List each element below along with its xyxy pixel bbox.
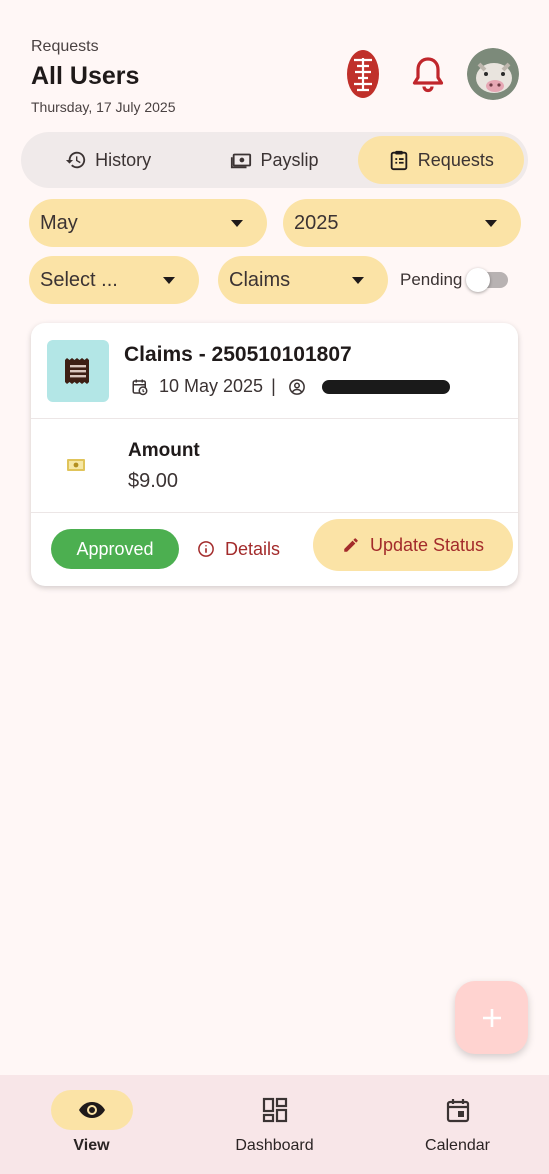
bottom-nav: View Dashboard Calendar <box>0 1075 549 1174</box>
info-icon <box>198 541 214 557</box>
user-dropdown[interactable]: Select ... <box>29 256 199 304</box>
caret-down-icon <box>485 219 497 227</box>
calendar-clock-icon <box>132 379 148 395</box>
month-dropdown[interactable]: May <box>29 199 267 247</box>
month-value: May <box>40 211 78 234</box>
year-value: 2025 <box>294 211 339 234</box>
tab-label: Requests <box>417 149 494 170</box>
amount-label: Amount <box>128 440 200 461</box>
nav-indicator <box>50 1090 133 1130</box>
request-card: Claims - 250510101807 10 May 2025 | Amou… <box>31 323 518 586</box>
caret-down-icon <box>163 276 175 284</box>
details-label: Details <box>225 538 281 559</box>
money-icon <box>67 459 85 471</box>
user-circle-icon <box>288 378 305 395</box>
pencil-icon <box>344 538 358 552</box>
nav-indicator <box>234 1090 316 1130</box>
tab-history[interactable]: History <box>25 136 191 184</box>
request-card-header: Claims - 250510101807 10 May 2025 | <box>31 323 518 419</box>
request-type-dropdown[interactable]: Claims <box>218 256 388 304</box>
payslip-icon <box>231 153 252 169</box>
requests-clipboard-icon <box>390 150 408 171</box>
nav-calendar[interactable]: Calendar <box>366 1075 549 1174</box>
tab-payslip[interactable]: Payslip <box>191 136 357 184</box>
tab-label: Payslip <box>260 149 319 170</box>
toggle-knob <box>466 268 491 292</box>
bell-icon[interactable] <box>411 55 445 93</box>
amount-section: Amount $9.00 <box>31 419 518 513</box>
meta-separator: | <box>271 376 276 396</box>
request-title: Claims - 250510101807 <box>124 343 352 366</box>
nav-label: Dashboard <box>235 1137 314 1154</box>
pending-toggle[interactable] <box>466 268 510 292</box>
receipt-icon <box>47 340 109 402</box>
card-actions: Approved Details Update Status <box>31 513 518 585</box>
nav-label: View <box>73 1137 110 1154</box>
user-value: Select ... <box>40 268 118 291</box>
seal-logo-icon <box>347 50 379 98</box>
add-request-button[interactable] <box>455 981 528 1054</box>
header-actions <box>345 48 519 100</box>
status-badge: Approved <box>51 529 179 569</box>
pending-label: Pending <box>400 270 463 289</box>
nav-view[interactable]: View <box>0 1075 183 1174</box>
breadcrumb: Requests <box>31 38 99 55</box>
request-meta: 10 May 2025 | <box>131 376 450 397</box>
update-status-label: Update Status <box>369 534 485 555</box>
caret-down-icon <box>231 219 243 227</box>
redacted-username <box>321 379 450 394</box>
nav-indicator <box>417 1090 499 1130</box>
dashboard-icon <box>262 1097 287 1123</box>
year-dropdown[interactable]: 2025 <box>283 199 521 247</box>
nav-label: Calendar <box>425 1137 490 1154</box>
segmented-tabs: History Payslip Requests <box>21 132 528 188</box>
avatar-image <box>467 48 519 100</box>
request-type-value: Claims <box>229 268 291 291</box>
history-icon <box>66 151 86 169</box>
update-status-button[interactable]: Update Status <box>313 519 513 571</box>
plus-icon <box>482 1008 501 1027</box>
tab-requests[interactable]: Requests <box>357 136 524 184</box>
details-button[interactable]: Details <box>197 529 280 569</box>
caret-down-icon <box>352 276 364 284</box>
app-root: Requests All Users Thursday, 17 July 202… <box>0 0 549 1174</box>
pending-filter: Pending <box>400 268 510 292</box>
eye-icon <box>78 1102 105 1118</box>
request-date: 10 May 2025 <box>159 376 264 396</box>
page-title: All Users <box>31 62 140 90</box>
nav-dashboard[interactable]: Dashboard <box>183 1075 366 1174</box>
tab-label: History <box>95 149 152 170</box>
page-header: Requests All Users Thursday, 17 July 202… <box>31 38 176 115</box>
avatar[interactable] <box>467 48 519 100</box>
current-date: Thursday, 17 July 2025 <box>31 99 176 115</box>
calendar-icon <box>446 1099 469 1123</box>
amount-value: $9.00 <box>128 470 179 492</box>
